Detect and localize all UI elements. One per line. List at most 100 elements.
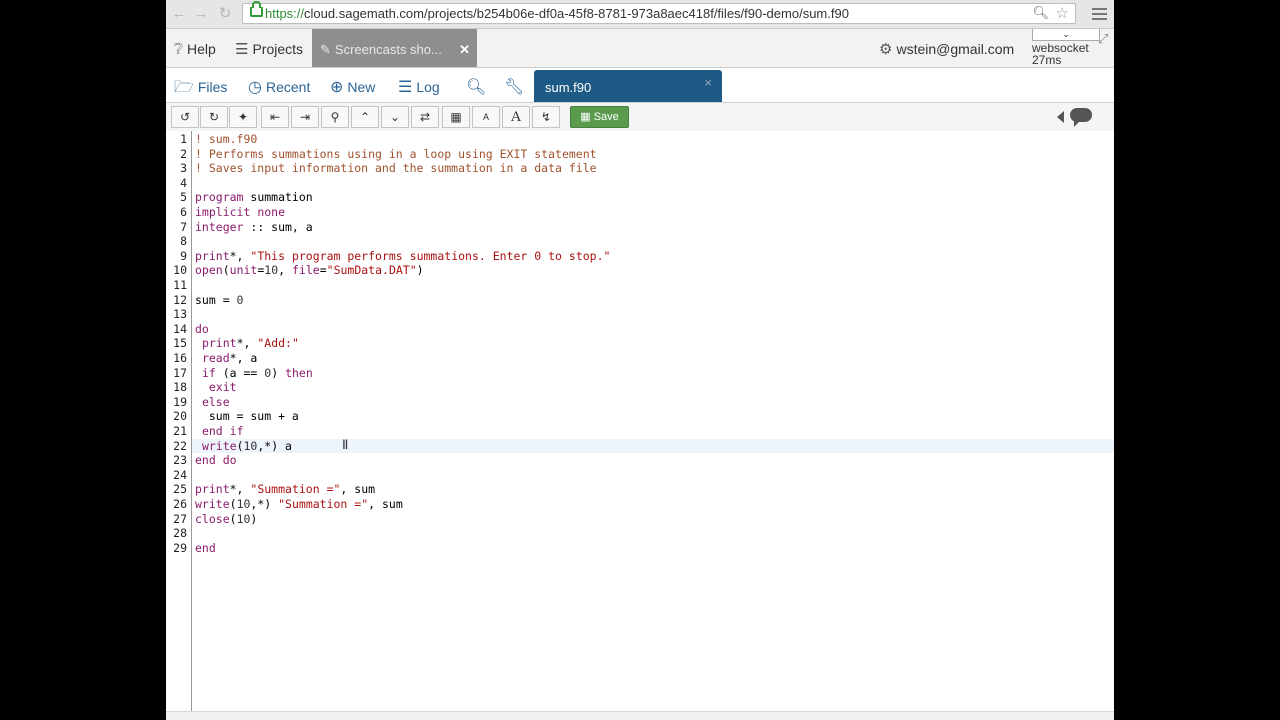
- projects-label: Projects: [252, 41, 304, 57]
- font-large-icon[interactable]: A: [502, 106, 530, 128]
- file-tab-sum-f90[interactable]: sum.f90 ×: [534, 70, 722, 102]
- line-number: 16: [173, 351, 187, 365]
- log-label: Log: [416, 79, 440, 95]
- code-line[interactable]: print*, "Summation =", sum: [195, 482, 375, 497]
- search-icon[interactable]: ⚲: [321, 106, 349, 128]
- active-line-highlight: [192, 438, 1114, 453]
- new-link[interactable]: ⊕ New: [330, 68, 375, 104]
- redo-icon[interactable]: ↻: [200, 106, 228, 128]
- question-circle-icon: ❔︎: [174, 41, 184, 58]
- line-number: 18: [173, 380, 187, 395]
- reload-icon[interactable]: ↻: [216, 5, 234, 23]
- chevron-up-icon[interactable]: ⌃: [351, 106, 379, 128]
- project-tab[interactable]: ✎ Screencasts sho... ✕: [312, 29, 477, 67]
- line-number: 22: [173, 438, 187, 453]
- close-icon[interactable]: ×: [704, 65, 712, 101]
- line-number: 28: [173, 526, 187, 541]
- code-line[interactable]: close(10): [195, 512, 257, 527]
- code-line[interactable]: sum = 0: [195, 293, 243, 308]
- caret-left-icon[interactable]: [1057, 111, 1064, 123]
- bolt-icon[interactable]: ↯: [532, 106, 560, 128]
- code-line[interactable]: write(10,*) a: [195, 439, 292, 454]
- replace-icon[interactable]: ⇄: [411, 106, 439, 128]
- indent-right-icon[interactable]: ⇥: [291, 106, 319, 128]
- latency-label: 27ms: [1032, 53, 1062, 67]
- font-small-icon[interactable]: A: [472, 106, 500, 128]
- url-text[interactable]: https://cloud.sagemath.com/projects/b254…: [265, 5, 849, 22]
- files-link[interactable]: 🗁︎ Files: [174, 68, 227, 104]
- line-number: 13: [173, 307, 187, 322]
- recent-label: Recent: [265, 79, 311, 95]
- magic-wand-icon[interactable]: ✦: [229, 106, 257, 128]
- list-icon: ☰: [235, 41, 249, 58]
- code-line[interactable]: end if: [195, 424, 244, 439]
- chat-icon[interactable]: [1070, 108, 1092, 127]
- undo-icon[interactable]: ↺: [171, 106, 199, 128]
- line-number: 17: [173, 365, 187, 380]
- settings-link[interactable]: 🔧︎: [504, 68, 528, 104]
- line-number: 11: [173, 278, 187, 292]
- code-line[interactable]: read*, a: [195, 351, 257, 366]
- edit-icon: ✎: [320, 42, 331, 57]
- code-line[interactable]: print*, "This program performs summation…: [195, 249, 610, 264]
- code-line[interactable]: if (a == 0) then: [195, 366, 313, 381]
- gear-icon: ⚙: [879, 41, 893, 58]
- line-number: 20: [173, 409, 187, 424]
- forward-icon[interactable]: →: [192, 5, 210, 23]
- line-number: 25: [173, 482, 187, 497]
- code-line[interactable]: open(unit=10, file="SumData.DAT"): [195, 263, 424, 278]
- line-number: 24: [173, 467, 187, 482]
- connection-toggle[interactable]: ⌄: [1032, 29, 1100, 41]
- code-line[interactable]: end: [195, 541, 216, 556]
- code-line[interactable]: sum = sum + a: [195, 409, 299, 424]
- code-line[interactable]: ! Performs summations using in a loop us…: [195, 147, 597, 162]
- line-number: 6: [180, 205, 187, 219]
- top-nav: ❔︎ Help ☰ Projects ✎ Screencasts sho... ✕ ⚙…: [166, 29, 1114, 68]
- bottom-bar: [166, 711, 1114, 720]
- files-label: Files: [197, 79, 228, 95]
- file-tab-label: sum.f90: [545, 80, 592, 95]
- line-number: 27: [173, 511, 187, 526]
- zoom-icon[interactable]: 🔍︎: [1032, 5, 1049, 21]
- star-icon[interactable]: ☆: [1056, 4, 1069, 22]
- code-line[interactable]: implicit none: [195, 205, 285, 220]
- address-bar[interactable]: https://cloud.sagemath.com/projects/b254…: [242, 1, 1076, 24]
- account-link[interactable]: ⚙ wstein@gmail.com: [879, 29, 1014, 67]
- folder-open-icon: 🗁︎: [174, 79, 194, 96]
- search-link[interactable]: 🔍︎: [466, 68, 490, 104]
- chevron-down-icon[interactable]: ⌄: [381, 106, 409, 128]
- code-line[interactable]: program summation: [195, 190, 313, 205]
- code-line[interactable]: end do: [195, 453, 237, 468]
- menu-icon[interactable]: [1092, 5, 1107, 23]
- back-icon[interactable]: ←: [170, 5, 188, 23]
- projects-link[interactable]: ☰ Projects: [235, 29, 303, 67]
- code-line[interactable]: ! sum.f90: [195, 132, 257, 147]
- code-line[interactable]: integer :: sum, a: [195, 220, 313, 235]
- file-nav: 🗁︎ Files ◷ Recent ⊕ New ☰ Log 🔍︎ 🔧︎ sum.f90 …: [166, 68, 1114, 102]
- code-line[interactable]: ! Saves input information and the summat…: [195, 161, 597, 176]
- code-line[interactable]: print*, "Add:": [195, 336, 299, 351]
- user-label: wstein@gmail.com: [896, 41, 1015, 57]
- code-line[interactable]: exit: [195, 380, 237, 395]
- close-icon[interactable]: ✕: [459, 29, 470, 71]
- fullscreen-icon[interactable]: ⤢: [1098, 31, 1108, 47]
- plus-circle-icon: ⊕: [330, 79, 344, 96]
- line-number: 3: [180, 161, 187, 176]
- clock-icon: ◷: [248, 79, 262, 96]
- recent-link[interactable]: ◷ Recent: [248, 68, 310, 104]
- browser-window: ← → ↻ https://cloud.sagemath.com/project…: [166, 0, 1114, 720]
- line-number: 26: [173, 497, 187, 511]
- browser-toolbar: ← → ↻ https://cloud.sagemath.com/project…: [166, 0, 1114, 29]
- save-button[interactable]: ▦ Save: [570, 106, 629, 128]
- code-line[interactable]: else: [195, 395, 230, 410]
- indent-left-icon[interactable]: ⇤: [261, 106, 289, 128]
- code-line[interactable]: write(10,*) "Summation =", sum: [195, 497, 403, 512]
- help-link[interactable]: ❔︎ Help: [174, 29, 216, 67]
- film-icon[interactable]: ▦: [442, 106, 470, 128]
- websocket-status: websocket 27ms: [1032, 42, 1089, 66]
- code-line[interactable]: do: [195, 322, 209, 337]
- code-editor[interactable]: 1 2 3 4 5 6 7 8 9 10 11 12 13 14 15 16 17 18 19 20 21 22 23 24 2…: [166, 131, 1114, 711]
- editor-toolbar: ↺ ↻ ✦ ⇤ ⇥ ⚲ ⌃ ⌄ ⇄ ▦ A A ↯ ▦ Save: [166, 102, 1114, 132]
- log-link[interactable]: ☰ Log: [398, 68, 440, 104]
- line-number: 15: [173, 336, 187, 351]
